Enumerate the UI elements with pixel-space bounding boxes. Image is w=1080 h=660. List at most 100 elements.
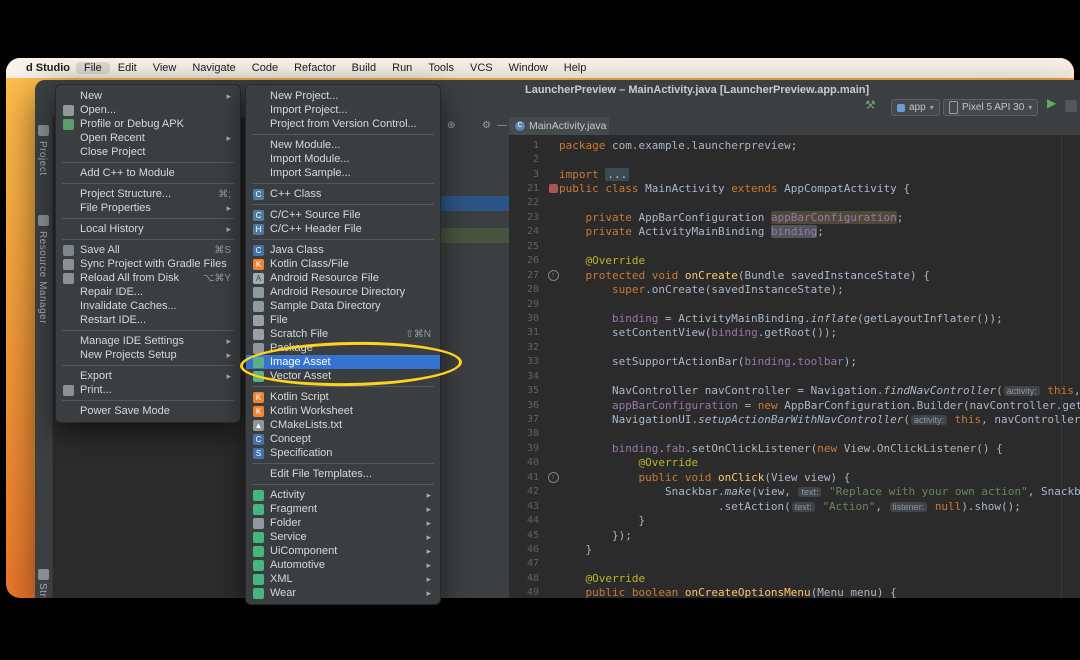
code-text[interactable]: binding.fab.setOnClickListener(new View.…	[559, 442, 1003, 455]
menu-item-automotive[interactable]: Automotive▸	[246, 558, 440, 572]
device-selector[interactable]: Pixel 5 API 30 ▾	[943, 99, 1038, 116]
menu-item-android-resource-directory[interactable]: Android Resource Directory	[246, 285, 440, 299]
menubar-item-build[interactable]: Build	[344, 62, 384, 74]
hide-panel-icon[interactable]: —	[497, 120, 507, 131]
run-config-selector[interactable]: app ▾	[891, 99, 940, 116]
menu-item-add-c-to-module[interactable]: Add C++ to Module	[56, 166, 240, 180]
menu-item-cmakelists-txt[interactable]: ▲CMakeLists.txt	[246, 418, 440, 432]
menubar-item-refactor[interactable]: Refactor	[286, 62, 344, 74]
locate-file-icon[interactable]: ⊕	[447, 120, 455, 131]
code-text[interactable]: Snackbar.make(view, text: "Replace with …	[559, 485, 1080, 498]
menu-item-file[interactable]: File	[246, 313, 440, 327]
menu-item-vector-asset[interactable]: Vector Asset	[246, 369, 440, 383]
menu-item-import-sample[interactable]: Import Sample...	[246, 166, 440, 180]
menubar-item-tools[interactable]: Tools	[420, 62, 462, 74]
code-text[interactable]: @Override	[559, 572, 645, 585]
menu-item-android-resource-file[interactable]: AAndroid Resource File	[246, 271, 440, 285]
code-text[interactable]: setSupportActionBar(binding.toolbar);	[559, 355, 857, 368]
code-text[interactable]: appBarConfiguration = new AppBarConfigur…	[559, 399, 1080, 412]
menubar-item-edit[interactable]: Edit	[110, 62, 145, 74]
menu-item-power-save-mode[interactable]: Power Save Mode	[56, 404, 240, 418]
code-text[interactable]: });	[559, 529, 632, 542]
build-hammer-icon[interactable]: ⚒	[865, 98, 876, 112]
structure-tool-icon[interactable]	[38, 569, 49, 580]
menu-item-java-class[interactable]: CJava Class	[246, 243, 440, 257]
menu-item-new[interactable]: New▸	[56, 89, 240, 103]
class-gutter-icon[interactable]	[549, 184, 558, 193]
sidebar-item-resource-manager[interactable]: Resource Manager	[37, 231, 48, 324]
override-gutter-icon[interactable]: ↑	[548, 270, 559, 281]
menu-item-c-class[interactable]: CC++ Class	[246, 187, 440, 201]
resource-manager-tool-icon[interactable]	[38, 215, 49, 226]
menubar-item-view[interactable]: View	[145, 62, 185, 74]
menu-item-xml[interactable]: XML▸	[246, 572, 440, 586]
menu-item-sync-project-with-gradle-files[interactable]: Sync Project with Gradle Files	[56, 257, 240, 271]
toolbar-partial-icon[interactable]	[1065, 100, 1077, 112]
code-text[interactable]: public boolean onCreateOptionsMenu(Menu …	[559, 586, 897, 598]
sidebar-item-structure[interactable]: Structure	[37, 583, 48, 598]
menubar-item-navigate[interactable]: Navigate	[184, 62, 243, 74]
sidebar-item-project[interactable]: Project	[37, 141, 48, 176]
menu-item-scratch-file[interactable]: Scratch File⇧⌘N	[246, 327, 440, 341]
menu-item-image-asset[interactable]: Image Asset	[246, 355, 440, 369]
menubar-item-window[interactable]: Window	[501, 62, 556, 74]
code-text[interactable]: }	[559, 543, 592, 556]
menu-item-profile-or-debug-apk[interactable]: Profile or Debug APK	[56, 117, 240, 131]
code-text[interactable]: protected void onCreate(Bundle savedInst…	[559, 269, 930, 282]
project-tree-selected-row[interactable]	[440, 196, 510, 211]
menu-item-invalidate-caches[interactable]: Invalidate Caches...	[56, 299, 240, 313]
tab-mainactivity[interactable]: C MainActivity.java	[509, 117, 609, 135]
menu-item-print[interactable]: Print...	[56, 383, 240, 397]
menu-item-c-c-header-file[interactable]: HC/C++ Header File	[246, 222, 440, 236]
menu-item-project-from-version-control[interactable]: Project from Version Control...	[246, 117, 440, 131]
menu-item-local-history[interactable]: Local History▸	[56, 222, 240, 236]
menu-item-import-module[interactable]: Import Module...	[246, 152, 440, 166]
menubar-item-vcs[interactable]: VCS	[462, 62, 501, 74]
menu-item-uicomponent[interactable]: UiComponent▸	[246, 544, 440, 558]
menu-item-manage-ide-settings[interactable]: Manage IDE Settings▸	[56, 334, 240, 348]
menu-item-new-module[interactable]: New Module...	[246, 138, 440, 152]
menu-item-folder[interactable]: Folder▸	[246, 516, 440, 530]
menu-item-restart-ide[interactable]: Restart IDE...	[56, 313, 240, 327]
menu-item-close-project[interactable]: Close Project	[56, 145, 240, 159]
code-text[interactable]: public class MainActivity extends AppCom…	[559, 182, 910, 195]
menubar-item-file[interactable]: File	[76, 62, 110, 74]
code-text[interactable]: binding = ActivityMainBinding.inflate(ge…	[559, 312, 1003, 325]
menu-item-concept[interactable]: CConcept	[246, 432, 440, 446]
menu-item-open[interactable]: Open...	[56, 103, 240, 117]
code-text[interactable]: private ActivityMainBinding binding;	[559, 225, 824, 238]
menubar-app-name[interactable]: d Studio	[20, 62, 76, 74]
menu-item-c-c-source-file[interactable]: CC/C++ Source File	[246, 208, 440, 222]
settings-gear-icon[interactable]: ⚙	[482, 120, 491, 131]
menubar-item-run[interactable]: Run	[384, 62, 420, 74]
menu-item-fragment[interactable]: Fragment▸	[246, 502, 440, 516]
menu-item-kotlin-worksheet[interactable]: KKotlin Worksheet	[246, 404, 440, 418]
menubar-item-code[interactable]: Code	[244, 62, 286, 74]
run-button[interactable]: ▶	[1047, 96, 1056, 110]
menu-item-save-all[interactable]: Save All⌘S	[56, 243, 240, 257]
project-tool-icon[interactable]	[38, 125, 49, 136]
code-text[interactable]: .setAction(text: "Action", listener: nul…	[559, 500, 1021, 513]
code-text[interactable]: @Override	[559, 456, 698, 469]
code-text[interactable]: }	[559, 514, 645, 527]
code-text[interactable]: private AppBarConfiguration appBarConfig…	[559, 211, 903, 224]
code-text[interactable]: import ...	[559, 168, 629, 181]
code-editor[interactable]: 1package com.example.launcherpreview;23i…	[509, 135, 1080, 598]
menu-item-import-project[interactable]: Import Project...	[246, 103, 440, 117]
menu-item-project-structure[interactable]: Project Structure...⌘;	[56, 187, 240, 201]
code-text[interactable]: NavigationUI.setupActionBarWithNavContro…	[559, 413, 1080, 426]
menu-item-service[interactable]: Service▸	[246, 530, 440, 544]
code-text[interactable]: public void onClick(View view) {	[559, 471, 850, 484]
code-text[interactable]: @Override	[559, 254, 645, 267]
code-text[interactable]: NavController navController = Navigation…	[559, 384, 1080, 397]
menu-item-reload-all-from-disk[interactable]: Reload All from Disk⌥⌘Y	[56, 271, 240, 285]
menu-item-kotlin-class-file[interactable]: KKotlin Class/File	[246, 257, 440, 271]
menu-item-edit-file-templates[interactable]: Edit File Templates...	[246, 467, 440, 481]
menubar-item-help[interactable]: Help	[556, 62, 595, 74]
code-text[interactable]: super.onCreate(savedInstanceState);	[559, 283, 844, 296]
code-text[interactable]: package com.example.launcherpreview;	[559, 139, 797, 152]
menu-item-repair-ide[interactable]: Repair IDE...	[56, 285, 240, 299]
menu-item-open-recent[interactable]: Open Recent▸	[56, 131, 240, 145]
menu-item-file-properties[interactable]: File Properties▸	[56, 201, 240, 215]
menu-item-activity[interactable]: Activity▸	[246, 488, 440, 502]
